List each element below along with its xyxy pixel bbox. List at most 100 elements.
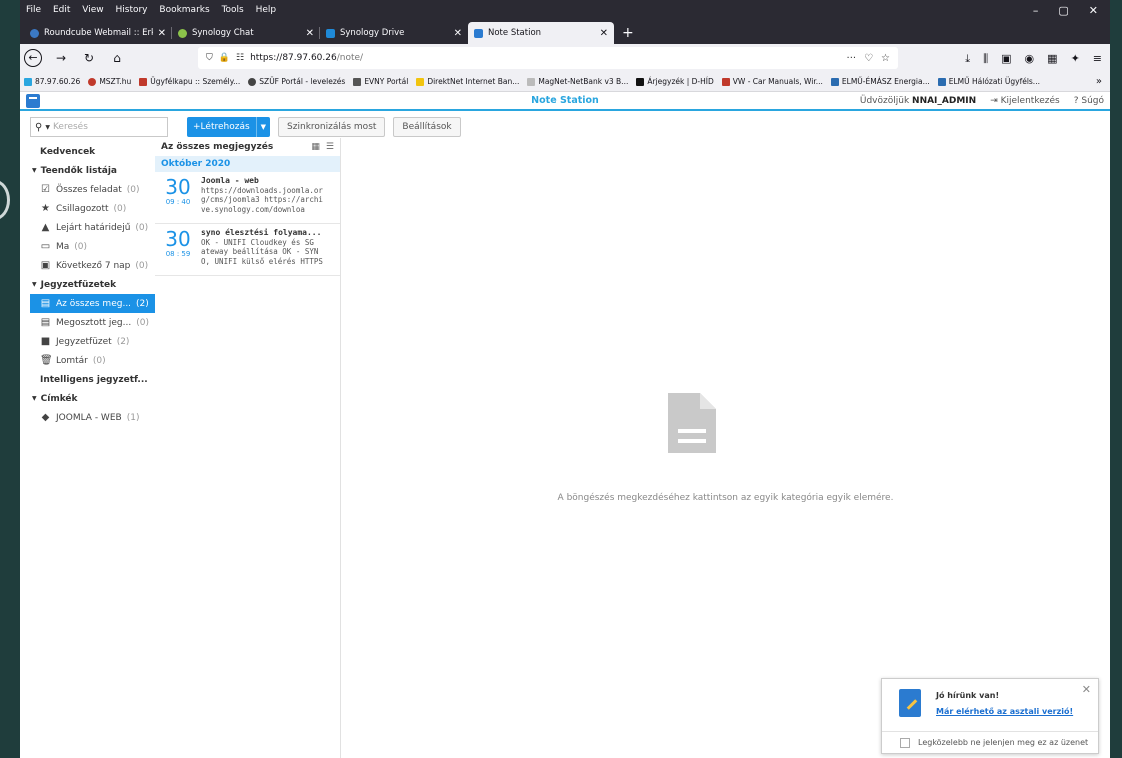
bookmark-item[interactable]: DirektNet Internet Ban...: [416, 77, 519, 86]
tab-roundcube[interactable]: Roundcube Webmail :: Érkezett ✕: [24, 22, 172, 44]
item-count: (0): [126, 184, 140, 195]
url-bar[interactable]: ⛉ 🔒 ☷ https://87.97.60.26/note/ ··· ♡ ☆: [198, 47, 898, 69]
create-button[interactable]: +Létrehozás ▼: [187, 117, 271, 137]
shield-icon[interactable]: ⛉: [206, 53, 213, 63]
tab-synology-chat[interactable]: Synology Chat ✕: [172, 22, 320, 44]
bookmark-item[interactable]: ELMŰ Hálózati Ügyféls...: [937, 77, 1040, 86]
sidebar-item-today[interactable]: ▭ Ma (0): [20, 237, 155, 256]
permissions-icon[interactable]: ☷: [236, 53, 244, 63]
bookmark-label: ELMŰ-ÉMÁSZ Energia...: [841, 77, 930, 86]
sidebar-item-shared[interactable]: ▤ Megosztott jeg... (0): [20, 313, 155, 332]
popup-link[interactable]: Már elérhető az asztali verzió!: [936, 707, 1073, 716]
sidebar-smart-notebooks[interactable]: Intelligens jegyzetf...: [20, 370, 155, 389]
bookmarks-overflow-icon[interactable]: »: [1096, 76, 1106, 87]
star-icon: ★: [41, 203, 50, 214]
settings-button[interactable]: Beállítások: [393, 117, 461, 137]
back-icon[interactable]: ←: [24, 49, 42, 67]
bookmark-item[interactable]: Ügyfélkapu :: Személy...: [139, 77, 240, 86]
new-tab-icon[interactable]: +: [614, 25, 642, 44]
forward-icon[interactable]: →: [52, 51, 70, 65]
note-item[interactable]: 30 09 : 40 Joomla - web https://download…: [155, 172, 340, 224]
item-label: Lejárt határidejű: [56, 222, 131, 233]
sidebar-item-overdue[interactable]: ▲ Lejárt határidejű (0): [20, 218, 155, 237]
sidebar-item-trash[interactable]: 🗑 Lomtár (0): [20, 351, 155, 370]
menu-help[interactable]: Help: [256, 5, 277, 15]
menu-bookmarks[interactable]: Bookmarks: [159, 5, 209, 15]
menu-history[interactable]: History: [115, 5, 147, 15]
sort-icon[interactable]: ☰: [326, 142, 334, 152]
item-count: (0): [136, 317, 149, 328]
logout-link[interactable]: ⇥ Kijelentkezés: [990, 96, 1060, 106]
sync-button[interactable]: Szinkronizálás most: [278, 117, 386, 137]
item-count: (0): [92, 355, 106, 366]
sidebar-icon[interactable]: ▣: [1001, 52, 1011, 66]
download-icon[interactable]: ⤓: [965, 52, 970, 66]
sidebar-item-next-7-days[interactable]: ▣ Következő 7 nap (0): [20, 256, 155, 275]
page-actions-icon[interactable]: ···: [847, 53, 857, 64]
maximize-icon[interactable]: ▢: [1058, 4, 1068, 17]
search-input[interactable]: ⚲ ▼ Keresés: [30, 117, 168, 137]
create-text: Létrehozás: [200, 122, 250, 132]
tab-close-icon[interactable]: ✕: [454, 28, 462, 39]
tab-close-icon[interactable]: ✕: [600, 28, 608, 39]
pocket-icon[interactable]: ♡: [864, 53, 873, 64]
sidebar-notebooks-header[interactable]: ▼ Jegyzetfüzetek: [20, 275, 155, 294]
minimize-icon[interactable]: –: [1033, 4, 1039, 17]
dont-show-checkbox[interactable]: [900, 737, 910, 748]
item-count: (0): [135, 222, 149, 233]
grid-view-icon[interactable]: ▦: [311, 142, 320, 152]
bookmark-item[interactable]: MagNet-NetBank v3 B...: [527, 77, 628, 86]
reload-icon[interactable]: ↻: [80, 51, 98, 65]
note-list-header: Az összes megjegyzés ▦ ☰: [155, 138, 340, 156]
tab-close-icon[interactable]: ✕: [306, 28, 314, 39]
sidebar-item-tag-joomla[interactable]: ◆ JOOMLA - WEB (1): [20, 408, 155, 427]
sidebar-tags-header[interactable]: ▼ Címkék: [20, 389, 155, 408]
sidebar-todo-header[interactable]: ▼ Teendők listája: [20, 161, 155, 180]
extension-puzzle-icon[interactable]: ✦: [1071, 52, 1080, 66]
bookmark-item[interactable]: MSZT.hu: [88, 77, 131, 86]
note-line: OK - UNIFI Cloudkey és SG: [201, 237, 314, 247]
url-actions: ··· ♡ ☆: [847, 53, 890, 64]
home-icon[interactable]: ⌂: [108, 51, 126, 65]
notebooks-head-label: Jegyzetfüzetek: [40, 279, 117, 290]
bookmark-item[interactable]: 87.97.60.26: [24, 77, 80, 86]
create-dropdown-icon[interactable]: ▼: [255, 117, 270, 137]
bookmark-item[interactable]: Árjegyzék | D-HÍD: [636, 77, 714, 86]
menu-view[interactable]: View: [82, 5, 103, 15]
note-title: syno élesztési folyama...: [201, 228, 322, 237]
bookmark-item[interactable]: ELMŰ-ÉMÁSZ Energia...: [830, 77, 930, 86]
extensions-icon[interactable]: ▦: [1047, 52, 1057, 66]
account-icon[interactable]: ◉: [1025, 52, 1035, 66]
tab-title: Synology Drive: [340, 28, 405, 38]
item-label: Lomtár: [56, 355, 88, 366]
sidebar-favorites[interactable]: Kedvencek: [20, 142, 155, 161]
close-icon[interactable]: ✕: [1082, 683, 1091, 696]
item-label: Jegyzetfüzet: [56, 336, 112, 347]
help-link[interactable]: ? Súgó: [1074, 96, 1104, 106]
menu-edit[interactable]: Edit: [53, 5, 70, 15]
collapse-icon: ▼: [32, 395, 37, 402]
library-icon[interactable]: ⫼: [983, 52, 988, 66]
bookmark-star-icon[interactable]: ☆: [881, 53, 890, 64]
close-window-icon[interactable]: ✕: [1089, 4, 1098, 17]
menu-file[interactable]: File: [26, 5, 41, 15]
tab-note-station[interactable]: Note Station ✕: [468, 22, 614, 44]
bookmark-item[interactable]: SZÜF Portál - levelezés: [248, 77, 345, 86]
sidebar-item-all-tasks[interactable]: ☑ Összes feladat (0): [20, 180, 155, 199]
note-item[interactable]: 30 08 : 59 syno élesztési folyama... OK …: [155, 224, 340, 276]
note-station-logo-icon: [26, 93, 40, 108]
menu-tools[interactable]: Tools: [222, 5, 244, 15]
sidebar-item-starred[interactable]: ★ Csillagozott (0): [20, 199, 155, 218]
browser-window: File Edit View History Bookmarks Tools H…: [20, 0, 1110, 758]
sidebar-item-all-notes[interactable]: ▤ Az összes meg... (2): [30, 294, 155, 313]
lock-warning-icon[interactable]: 🔒: [219, 53, 230, 63]
item-count: (2): [116, 336, 130, 347]
sidebar-item-notebook[interactable]: ■ Jegyzetfüzet (2): [20, 332, 155, 351]
hamburger-menu-icon[interactable]: ≡: [1093, 52, 1102, 66]
bookmark-item[interactable]: EVNY Portál: [353, 77, 408, 86]
bookmark-favicon-icon: [353, 77, 362, 86]
bookmark-label: EVNY Portál: [364, 77, 409, 86]
tab-synology-drive[interactable]: Synology Drive ✕: [320, 22, 468, 44]
bookmark-item[interactable]: VW - Car Manuals, Wir...: [721, 77, 823, 86]
tab-close-icon[interactable]: ✕: [158, 28, 166, 39]
